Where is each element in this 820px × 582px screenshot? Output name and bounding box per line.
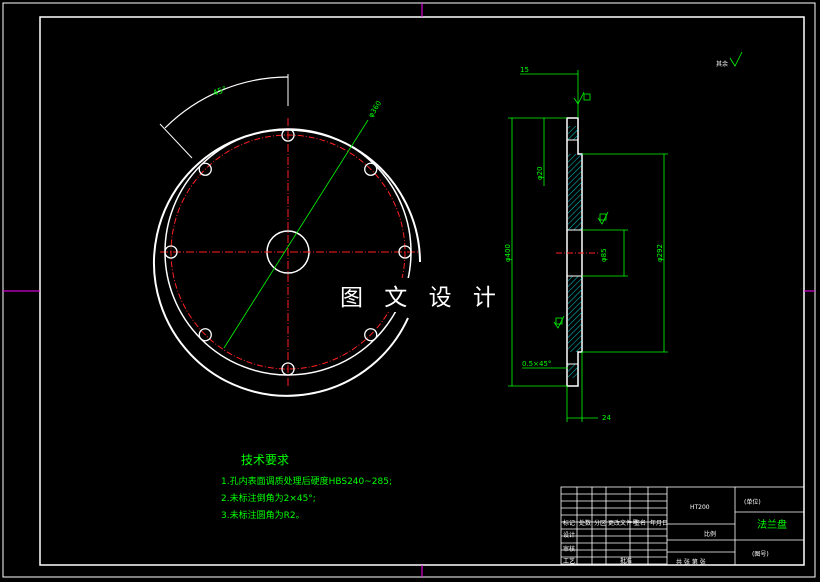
outer-dia-label: φ400: [504, 244, 512, 262]
chamfer-label: 0.5×45°: [522, 360, 551, 368]
requirements-title: 技术要求: [241, 453, 290, 467]
roughness-symbol-general: [729, 51, 743, 67]
tb-row-label-5: 签名: [634, 520, 647, 527]
requirement-item-1: 1.孔内表面调质处理后硬度HBS240~285;: [221, 477, 393, 487]
tb-row-label-6: 年月日: [650, 520, 669, 527]
roughness-symbol-mid: [597, 211, 609, 225]
watermark-text: 图 文 设 计: [338, 278, 505, 312]
bore-dia-label: φ85: [600, 248, 608, 262]
tb-row-label-1: 标记: [563, 520, 576, 527]
angle-ext-1: [159, 123, 193, 159]
tb-design-label: 设计: [563, 532, 576, 539]
hatch-lower-flange: [568, 364, 578, 378]
hatch-upper-flange: [568, 126, 578, 140]
title-block-sheet: 共 张 第 张: [676, 559, 706, 566]
bolt-dia-label: φ360: [367, 100, 383, 119]
roughness-general-label: 其余: [716, 60, 728, 68]
width-label: 24: [602, 414, 611, 422]
front-view: φ360 45°: [153, 74, 421, 397]
thickness-label: 15: [520, 66, 529, 74]
section-view: φ400 φ20 φ292 φ85 15 24 0.5×45° 其余: [504, 51, 743, 422]
tb-process-label: 工艺: [563, 558, 576, 565]
tb-approve-label: 批准: [620, 558, 633, 565]
tb-check-label: 审核: [563, 546, 576, 553]
title-block-part-name: 法兰盘: [757, 520, 787, 531]
title-block-scale: 比例: [704, 531, 717, 538]
requirement-item-2: 2.未标注倒角为2×45°;: [221, 494, 316, 504]
title-block-unit: (单位): [744, 499, 761, 506]
tb-row-label-2: 处数: [579, 520, 592, 527]
hole-dia-label: φ20: [536, 166, 544, 180]
requirement-item-3: 3.未标注圆角为R2。: [221, 511, 305, 521]
title-block-material: HT200: [690, 504, 710, 511]
hub-dia-label: φ292: [656, 244, 664, 262]
hatch-lower-hub: [568, 276, 582, 352]
tb-row-label-3: 分区: [594, 520, 607, 527]
angle-arc: [164, 76, 289, 129]
roughness-symbol-top: [573, 91, 591, 105]
angle-label: 45°: [212, 85, 228, 98]
title-block-drawing-no: (图号): [752, 551, 769, 558]
hatch-upper-hub: [568, 154, 582, 230]
bolt-dia-leader: [223, 119, 369, 349]
roughness-symbol-low: [553, 315, 565, 329]
